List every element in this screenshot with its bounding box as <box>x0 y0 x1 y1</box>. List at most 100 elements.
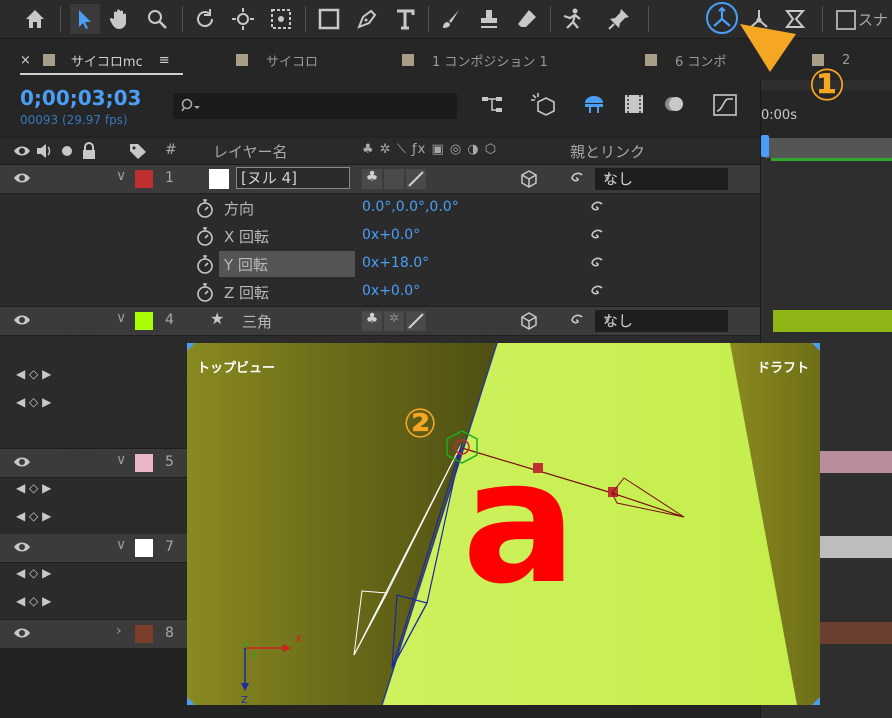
track-xy-icon[interactable] <box>266 4 296 34</box>
layer-4-duration-bar[interactable] <box>773 310 892 332</box>
close-icon[interactable]: × <box>20 53 31 68</box>
parent-dropdown[interactable]: なし ∨ <box>595 168 728 190</box>
eye-icon[interactable] <box>13 313 31 327</box>
label-color-swatch[interactable] <box>135 312 153 330</box>
eye-icon[interactable] <box>13 540 31 554</box>
stopwatch-icon[interactable] <box>196 226 214 246</box>
current-time-indicator[interactable] <box>761 135 769 157</box>
local-axis-icon[interactable] <box>706 2 738 34</box>
layer-row-1[interactable]: ∨ 1 [ヌル 4] ♣ なし ∨ <box>0 165 760 194</box>
property-row-x-rotation[interactable]: X 回転 0x+0.0° <box>0 222 760 251</box>
eye-icon[interactable] <box>13 455 31 469</box>
lock-toggle[interactable] <box>80 538 98 556</box>
3d-layer-icon[interactable] <box>519 169 539 189</box>
chevron-down-icon[interactable]: ∨ <box>116 168 126 184</box>
property-row-z-rotation[interactable]: Z 回転 0x+0.0° <box>0 278 760 307</box>
collapse-switch[interactable]: ✲ <box>384 311 404 331</box>
chevron-down-icon[interactable]: ∨ <box>116 537 126 553</box>
chevron-right-icon[interactable]: › <box>116 623 122 639</box>
layer-name[interactable]: 三角 <box>242 311 272 332</box>
lock-toggle[interactable] <box>80 169 98 187</box>
property-value[interactable]: 0.0°,0.0°,0.0° <box>362 199 459 215</box>
adjustment-toggle[interactable] <box>496 169 514 187</box>
property-value[interactable]: 0x+18.0° <box>362 255 429 271</box>
keyframe-navigator[interactable]: ◀ ◇ ▶ <box>16 367 51 381</box>
pick-whip-icon[interactable] <box>587 254 605 272</box>
tab-composition-1[interactable]: 1 コンポジション 1 <box>402 49 548 71</box>
solo-toggle[interactable] <box>58 453 76 471</box>
solo-toggle[interactable] <box>58 624 76 642</box>
menu-icon[interactable]: ≡ <box>159 53 170 68</box>
label-color-swatch[interactable] <box>135 625 153 643</box>
adjustment-toggle[interactable] <box>496 311 514 329</box>
solo-toggle[interactable] <box>58 538 76 556</box>
frame-blending-icon[interactable] <box>622 93 646 115</box>
draft-3d-icon[interactable] <box>530 92 556 116</box>
collapse-switch[interactable] <box>384 169 404 189</box>
composition-flowchart-icon[interactable] <box>480 94 504 116</box>
keyframe-navigator[interactable]: ◀ ◇ ▶ <box>16 395 51 409</box>
shy-switch[interactable]: ♣ <box>362 311 382 331</box>
brush-icon[interactable] <box>436 4 466 34</box>
rectangle-icon[interactable] <box>314 4 344 34</box>
property-value[interactable]: 0x+0.0° <box>362 227 420 243</box>
quality-switch-icon[interactable] <box>406 311 426 331</box>
composition-viewer[interactable]: a X Z Y トップビュー ドラフト ② <box>187 343 820 705</box>
text-icon[interactable] <box>390 4 420 34</box>
stamp-icon[interactable] <box>474 4 504 34</box>
pick-whip-icon[interactable] <box>587 226 605 244</box>
layer-search-input[interactable] <box>173 93 457 119</box>
solo-toggle[interactable] <box>58 169 76 187</box>
property-row-y-rotation[interactable]: Y 回転 0x+18.0° <box>0 250 760 279</box>
chevron-down-icon[interactable]: ∨ <box>116 452 126 468</box>
rotate-icon[interactable] <box>190 4 220 34</box>
snap-checkbox[interactable] <box>836 10 856 30</box>
stopwatch-icon[interactable] <box>196 282 214 302</box>
keyframe-navigator[interactable]: ◀ ◇ ▶ <box>16 566 51 580</box>
puppet-icon[interactable] <box>558 4 588 34</box>
property-value[interactable]: 0x+0.0° <box>362 283 420 299</box>
eye-icon[interactable] <box>13 171 31 185</box>
label-color-swatch[interactable] <box>135 454 153 472</box>
tab-saikoro-mc[interactable]: × サイコロmc ≡ <box>20 49 170 71</box>
tab-comp-6[interactable]: 6 コンポ <box>645 49 726 71</box>
zoom-icon[interactable] <box>142 4 172 34</box>
work-area-bar[interactable] <box>765 138 892 158</box>
label-color-swatch[interactable] <box>135 539 153 557</box>
tab-saikoro[interactable]: サイコロ <box>236 49 318 71</box>
property-row-orientation[interactable]: 方向 0.0°,0.0°,0.0° <box>0 194 760 223</box>
pick-whip-icon[interactable] <box>567 169 585 187</box>
keyframe-navigator[interactable]: ◀ ◇ ▶ <box>16 481 51 495</box>
layer-row-4[interactable]: ∨ 4 ★ 三角 ♣ ✲ なし ∨ <box>0 307 760 336</box>
keyframe-navigator[interactable]: ◀ ◇ ▶ <box>16 509 51 523</box>
pick-whip-icon[interactable] <box>587 198 605 216</box>
eye-icon[interactable] <box>13 626 31 640</box>
pin-icon[interactable] <box>604 4 634 34</box>
stopwatch-icon[interactable] <box>196 198 214 218</box>
3d-layer-icon[interactable] <box>519 311 539 331</box>
home-icon[interactable] <box>20 4 50 34</box>
motion-blur-toggle[interactable] <box>474 169 492 187</box>
pick-whip-icon[interactable] <box>567 311 585 329</box>
lock-toggle[interactable] <box>80 453 98 471</box>
lock-toggle[interactable] <box>80 311 98 329</box>
motion-blur-icon[interactable] <box>662 93 686 115</box>
keyframe-navigator[interactable]: ◀ ◇ ▶ <box>16 594 51 608</box>
eraser-icon[interactable] <box>512 4 542 34</box>
stopwatch-icon[interactable] <box>196 254 214 274</box>
pick-whip-icon[interactable] <box>587 282 605 300</box>
hand-icon[interactable] <box>104 4 134 34</box>
parent-dropdown[interactable]: なし ∨ <box>595 310 728 332</box>
pen-icon[interactable] <box>352 4 382 34</box>
layer-name-field[interactable]: [ヌル 4] <box>236 167 350 189</box>
orbit-icon[interactable] <box>228 4 258 34</box>
graph-editor-icon[interactable] <box>712 93 738 117</box>
label-color-swatch[interactable] <box>135 170 153 188</box>
shy-switch[interactable]: ♣ <box>362 169 382 189</box>
lock-toggle[interactable] <box>80 624 98 642</box>
current-time-display[interactable]: 0;00;03;03 <box>20 86 141 110</box>
chevron-down-icon[interactable]: ∨ <box>116 310 126 326</box>
solo-toggle[interactable] <box>58 311 76 329</box>
selection-icon[interactable] <box>70 4 100 34</box>
motion-blur-toggle[interactable] <box>474 311 492 329</box>
